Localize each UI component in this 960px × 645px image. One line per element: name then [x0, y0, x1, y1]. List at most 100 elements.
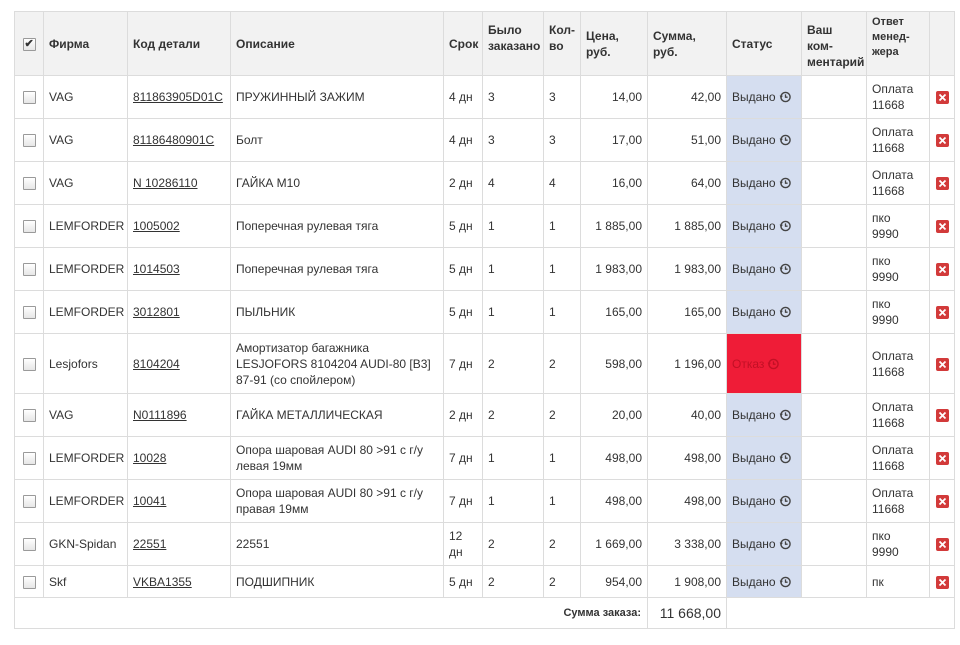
- select-all-checkbox[interactable]: [22, 36, 36, 52]
- row-checkbox[interactable]: [22, 409, 36, 423]
- cell-delete[interactable]: [929, 565, 955, 598]
- part-code-link[interactable]: 3012801: [133, 305, 180, 319]
- cell-sum: 42,00: [647, 75, 727, 119]
- delete-icon[interactable]: [935, 263, 949, 277]
- history-icon[interactable]: [779, 409, 791, 421]
- delete-icon[interactable]: [935, 538, 949, 552]
- history-icon[interactable]: [779, 263, 791, 275]
- part-code-link[interactable]: 1014503: [133, 262, 180, 276]
- row-select-cell[interactable]: [14, 204, 44, 248]
- cell-delete[interactable]: [929, 522, 955, 566]
- history-icon[interactable]: [779, 91, 791, 103]
- part-code-link[interactable]: 8104204: [133, 357, 180, 371]
- cell-delete[interactable]: [929, 204, 955, 248]
- row-select-cell[interactable]: [14, 565, 44, 598]
- cell-delete[interactable]: [929, 393, 955, 437]
- row-checkbox[interactable]: [22, 177, 36, 191]
- cell-description: Болт: [230, 118, 444, 162]
- cell-description: Опора шаровая AUDI 80 >91 с г/у левая 19м…: [230, 436, 444, 480]
- cell-description: ГАЙКА МЕТАЛЛИЧЕСКАЯ: [230, 393, 444, 437]
- row-checkbox[interactable]: [22, 538, 36, 552]
- cell-price: 1 669,00: [580, 522, 648, 566]
- delete-icon[interactable]: [935, 91, 949, 105]
- part-code-link[interactable]: 811863905D01C: [133, 90, 223, 104]
- line-0: пк: [872, 574, 884, 589]
- delete-icon[interactable]: [935, 575, 949, 589]
- cell-delete[interactable]: [929, 436, 955, 480]
- row-select-cell[interactable]: [14, 479, 44, 523]
- delete-icon[interactable]: [935, 357, 949, 371]
- row-select-cell[interactable]: [14, 333, 44, 394]
- cell-delete[interactable]: [929, 75, 955, 119]
- line-0: ПРУЖИННЫЙ ЗАЖИМ: [236, 90, 365, 104]
- line-0: Оплата: [872, 400, 914, 414]
- cell-ordered: 2: [482, 522, 544, 566]
- part-code-link[interactable]: N0111896: [133, 408, 187, 422]
- col-sum: Сумма, руб.: [647, 11, 727, 76]
- table-row: Lesjofors 8104204 Амортизатор багажника LES…: [14, 333, 955, 394]
- row-checkbox[interactable]: [22, 220, 36, 234]
- part-code-link[interactable]: 10041: [133, 494, 166, 508]
- part-code-link[interactable]: 1005002: [133, 219, 180, 233]
- row-checkbox[interactable]: [22, 134, 36, 148]
- row-checkbox[interactable]: [22, 575, 36, 589]
- table-row: VAG 811863905D01C ПРУЖИННЫЙ ЗАЖИМ 4 дн 3 3 14,…: [14, 75, 955, 119]
- part-code-link[interactable]: 10028: [133, 451, 166, 465]
- part-code-link[interactable]: VKBA1355: [133, 575, 192, 589]
- delete-icon[interactable]: [935, 495, 949, 509]
- row-select-cell[interactable]: [14, 247, 44, 291]
- cell-term: 5 дн: [443, 247, 483, 291]
- row-checkbox[interactable]: [22, 495, 36, 509]
- part-code-link[interactable]: N 10286110: [133, 176, 198, 190]
- history-icon[interactable]: [779, 452, 791, 464]
- delete-icon[interactable]: [935, 306, 949, 320]
- row-checkbox[interactable]: [22, 357, 36, 371]
- cell-status: Выдано: [726, 118, 802, 162]
- cell-ordered: 2: [482, 333, 544, 394]
- history-icon[interactable]: [779, 495, 791, 507]
- history-icon[interactable]: [779, 576, 791, 588]
- row-select-cell[interactable]: [14, 393, 44, 437]
- part-code-link[interactable]: 22551: [133, 537, 166, 551]
- select-all-cell[interactable]: [14, 11, 44, 76]
- history-icon[interactable]: [779, 306, 791, 318]
- part-code-link[interactable]: 81186480901C: [133, 133, 214, 147]
- cell-manager-answer: пк: [866, 565, 930, 598]
- row-checkbox[interactable]: [22, 452, 36, 466]
- history-icon[interactable]: [767, 358, 780, 370]
- delete-icon[interactable]: [935, 409, 949, 423]
- line-0: пко: [872, 254, 891, 268]
- row-select-cell[interactable]: [14, 436, 44, 480]
- history-icon[interactable]: [779, 538, 791, 550]
- cell-sum: 498,00: [647, 479, 727, 523]
- cell-delete[interactable]: [929, 118, 955, 162]
- row-checkbox[interactable]: [22, 91, 36, 105]
- row-select-cell[interactable]: [14, 118, 44, 162]
- row-select-cell[interactable]: [14, 75, 44, 119]
- row-checkbox[interactable]: [22, 306, 36, 320]
- row-select-cell[interactable]: [14, 290, 44, 334]
- cell-delete[interactable]: [929, 247, 955, 291]
- row-select-cell[interactable]: [14, 522, 44, 566]
- delete-icon[interactable]: [935, 220, 949, 234]
- history-icon[interactable]: [779, 134, 791, 146]
- delete-icon[interactable]: [935, 134, 949, 148]
- cell-delete[interactable]: [929, 479, 955, 523]
- cell-manager-answer: пко 9990: [866, 204, 930, 248]
- history-icon[interactable]: [779, 177, 791, 189]
- line-0: 5 дн: [449, 262, 473, 276]
- cell-delete[interactable]: [929, 333, 955, 394]
- cell-price: 954,00: [580, 565, 648, 598]
- line-0: 2 дн: [449, 408, 473, 422]
- cell-delete[interactable]: [929, 161, 955, 205]
- line-0: ГАЙКА М10: [236, 176, 300, 190]
- row-checkbox[interactable]: [22, 263, 36, 277]
- row-select-cell[interactable]: [14, 161, 44, 205]
- cell-price: 598,00: [580, 333, 648, 394]
- cell-qty: 2: [543, 393, 581, 437]
- delete-icon[interactable]: [935, 452, 949, 466]
- line-1: дн: [449, 545, 463, 559]
- history-icon[interactable]: [779, 220, 791, 232]
- cell-delete[interactable]: [929, 290, 955, 334]
- delete-icon[interactable]: [935, 177, 949, 191]
